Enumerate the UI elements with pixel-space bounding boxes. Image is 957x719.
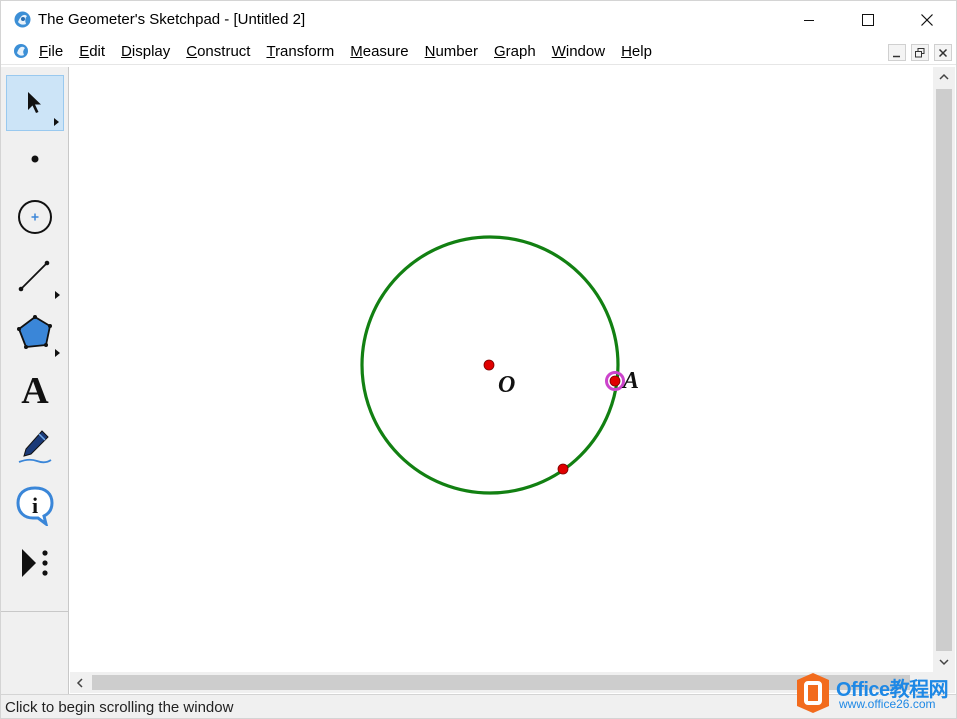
maximize-icon [862, 14, 874, 26]
horizontal-scroll-thumb[interactable] [92, 675, 910, 690]
menu-file-rest: ile [48, 43, 64, 60]
chevron-left-icon [76, 677, 83, 688]
doc-close-button[interactable] [934, 44, 952, 61]
menu-measure[interactable]: Measure [350, 43, 408, 60]
sketchpad-window: The Geometer's Sketchpad - [Untitled 2] … [0, 0, 957, 719]
menu-help-rest: elp [631, 43, 652, 60]
menu-construct[interactable]: Construct [186, 43, 250, 60]
menu-edit-accesskey: E [79, 43, 90, 60]
app-icon [14, 11, 31, 28]
menu-bar: File Edit Display Construct Transform Me… [1, 39, 956, 65]
menu-edit-rest: dit [89, 43, 106, 60]
minimize-button[interactable] [780, 1, 838, 39]
straightedge-icon [18, 260, 50, 292]
toolbox-divider [1, 611, 69, 612]
menu-file[interactable]: File [39, 43, 63, 60]
minimize-icon [804, 20, 814, 21]
window-title: The Geometer's Sketchpad - [Untitled 2] [38, 11, 306, 28]
menu-window-accesskey: W [551, 43, 566, 60]
close-icon [938, 48, 948, 57]
vertical-scroll-thumb[interactable] [936, 89, 952, 651]
title-bar: The Geometer's Sketchpad - [Untitled 2] [1, 1, 956, 39]
polygon-icon [17, 315, 52, 349]
vertical-scrollbar[interactable] [933, 67, 955, 672]
menu-edit[interactable]: Edit [79, 43, 105, 60]
minimize-icon [893, 55, 900, 57]
tool-submenu-arrow [55, 349, 60, 357]
compass-tool[interactable] [6, 189, 64, 245]
chevron-down-icon [939, 659, 949, 666]
chevron-up-icon [939, 73, 949, 80]
tool-submenu-arrow [55, 291, 60, 299]
close-icon [921, 14, 933, 26]
menu-construct-rest: onstruct [197, 43, 251, 60]
custom-tool-icon [22, 549, 48, 577]
scroll-up-button[interactable] [933, 67, 955, 87]
toolbox: A i [1, 67, 69, 694]
menu-measure-rest: easure [362, 43, 409, 60]
straightedge-tool[interactable] [6, 247, 64, 303]
menu-help[interactable]: Help [621, 43, 652, 60]
document-icon[interactable] [13, 43, 29, 59]
scroll-left-button[interactable] [70, 672, 90, 693]
menu-number-accesskey: N [424, 43, 436, 60]
status-text: Click to begin scrolling the window [5, 699, 234, 716]
menu-items: File Edit Display Construct Transform Me… [39, 43, 668, 60]
arrow-icon [28, 92, 41, 113]
office-logo-icon [797, 673, 829, 713]
doc-restore-button[interactable] [911, 44, 929, 61]
menu-display[interactable]: Display [121, 43, 170, 60]
label-o[interactable]: O [498, 372, 515, 399]
menu-number-rest: umber [435, 43, 478, 60]
doc-minimize-button[interactable] [888, 44, 906, 61]
menu-help-accesskey: H [621, 43, 632, 60]
text-icon: A [21, 370, 49, 412]
menu-transform-accesskey: T [266, 43, 276, 60]
watermark: Office教程网 www.office26.com [791, 669, 956, 717]
menu-graph-rest: raph [505, 43, 536, 60]
menu-construct-accesskey: C [186, 43, 198, 60]
menu-window[interactable]: Window [552, 43, 605, 60]
tool-submenu-arrow [54, 118, 59, 126]
custom-tools[interactable] [6, 535, 64, 591]
restore-icon [915, 47, 925, 57]
marker-tool[interactable] [6, 419, 64, 475]
menu-transform-rest: ransform [275, 43, 335, 60]
polygon-tool[interactable] [6, 305, 64, 361]
selection-arrow-tool[interactable] [6, 75, 64, 131]
point-a[interactable] [609, 375, 621, 387]
point-on-circle[interactable] [557, 463, 569, 475]
watermark-url: www.office26.com [839, 697, 936, 711]
marker-icon [18, 430, 52, 464]
menu-graph-accesskey: G [494, 43, 506, 60]
sketch-drawing [360, 235, 625, 495]
menu-graph[interactable]: Graph [494, 43, 536, 60]
maximize-button[interactable] [839, 1, 897, 39]
sketch-canvas[interactable]: O A [70, 67, 933, 672]
point-icon [31, 155, 39, 163]
menu-window-rest: indow [565, 43, 606, 60]
text-tool[interactable]: A [6, 363, 64, 419]
compass-icon [18, 200, 52, 234]
menu-file-accesskey: F [39, 43, 49, 60]
center-point-o[interactable] [483, 359, 495, 371]
info-icon: i [16, 486, 54, 526]
menu-transform[interactable]: Transform [266, 43, 334, 60]
information-tool[interactable]: i [6, 477, 64, 533]
menu-display-accesskey: D [121, 43, 132, 60]
info-glyph: i [32, 493, 38, 518]
menu-display-rest: isplay [131, 43, 171, 60]
menu-measure-accesskey: M [350, 43, 363, 60]
close-button[interactable] [898, 1, 956, 39]
point-tool[interactable] [6, 131, 64, 187]
label-a[interactable]: A [623, 368, 639, 395]
menu-number[interactable]: Number [425, 43, 478, 60]
